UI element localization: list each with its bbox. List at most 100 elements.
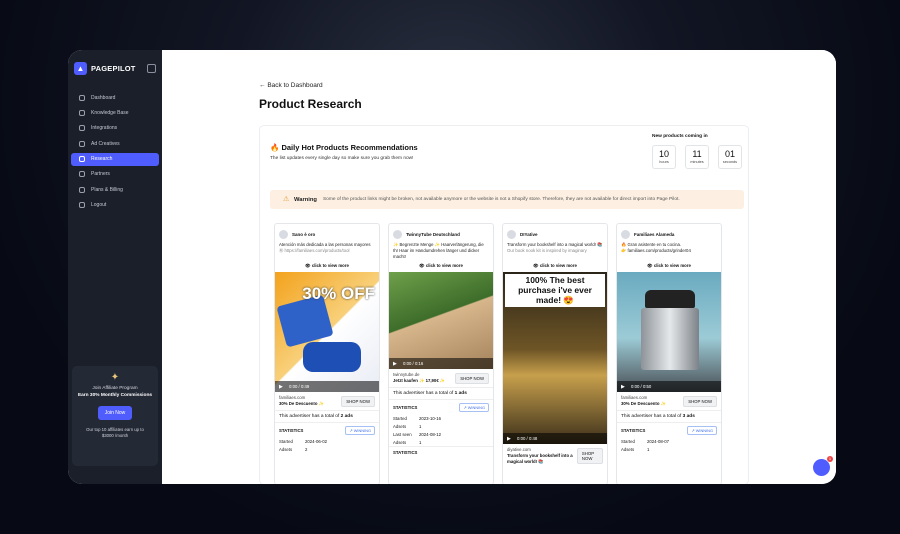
avatar	[507, 230, 516, 239]
countdown-value: 11	[692, 149, 702, 159]
ad-total-count: 3 ads	[682, 414, 695, 420]
ad-video[interactable]: 0:00 / 0:16	[389, 272, 493, 369]
warning-icon: ⚠	[283, 196, 290, 203]
affiliate-note: Our top 10 affiliates earn up to $3000 /m…	[72, 427, 158, 440]
ad-page-name: Sano è oro	[292, 232, 316, 237]
sidebar-item-integrations[interactable]: Integrations	[71, 122, 159, 135]
stat-adsets: Adsets 1	[389, 422, 493, 430]
ad-card: Familiaes Alameda 🔥 Gran asistente en tu…	[616, 223, 722, 484]
stat-started: Started 2023-10-16	[389, 414, 493, 422]
affiliate-card: ✦ Join Affiliate Program Earn 30% Monthl…	[72, 366, 158, 466]
shop-now-button[interactable]: SHOP NOW	[683, 395, 717, 407]
affiliate-note-line1: Our top 10 affiliates earn up to	[86, 427, 144, 432]
logout-icon	[79, 202, 85, 209]
video-controls[interactable]: 0:00 / 0:16	[389, 358, 493, 369]
ad-video[interactable]: 0:00 / 0:50	[617, 272, 721, 392]
affiliate-title: Join Affiliate Program	[92, 386, 138, 391]
back-to-dashboard-link[interactable]: ← Back to Dashboard	[259, 82, 323, 89]
countdown-seconds: 01 seconds	[718, 145, 742, 169]
ad-copy: Transform your bookshelf into a magical …	[503, 242, 607, 262]
avatar	[393, 230, 402, 239]
diamond-icon	[79, 156, 85, 163]
product-image-lid	[645, 290, 695, 308]
winning-badge: ↗ WINNING	[345, 426, 375, 436]
app-window: ▲ PAGEPILOT Dashboard Knowledge Base Int…	[68, 50, 836, 484]
sidebar-item-label: Integrations	[91, 125, 118, 132]
video-time: 0:00 / 0:49	[289, 384, 310, 389]
fire-icon: 🔥	[270, 143, 280, 152]
chat-launcher-button[interactable]	[813, 456, 833, 476]
sidebar-item-plans-billing[interactable]: Plans & Billing	[71, 183, 159, 196]
ad-card: Sano è oro Atención más dedicada a las p…	[274, 223, 380, 484]
shop-now-button[interactable]: SHOP NOW	[576, 448, 603, 465]
view-more-label: click to view more	[539, 263, 577, 268]
sidebar: ▲ PAGEPILOT Dashboard Knowledge Base Int…	[68, 50, 162, 484]
view-more-link[interactable]: 👁 click to view more	[617, 263, 721, 269]
sidebar-item-label: Plans & Billing	[91, 186, 123, 193]
ad-copy-line: 🔥 Gran asistente en tu cocina.	[621, 242, 682, 247]
ad-video[interactable]: 30% OFF 0:00 / 0:49	[275, 272, 379, 392]
stat-key: Last seen	[393, 431, 412, 437]
sidebar-item-research[interactable]: Research	[71, 152, 159, 166]
stat-key: Started	[393, 415, 407, 421]
ad-copy-line-2: Ⓜ https://familiaes.com/products/tool	[279, 248, 350, 254]
shop-now-button[interactable]: SHOP NOW	[341, 395, 375, 407]
trend-up-icon: ↗	[463, 405, 467, 411]
join-now-button[interactable]: Join Now	[97, 406, 133, 420]
ad-copy-line-2: Our book nook kit is inspired by imagina…	[507, 248, 587, 254]
ad-total-prefix: This advertiser has a total of	[621, 414, 683, 420]
warning-text: Some of the product links might be broke…	[322, 197, 680, 202]
ad-domain-block: diyative.com Transform your bookshelf int…	[507, 447, 577, 465]
stats-label: STATISTICS	[393, 450, 418, 456]
view-more-link[interactable]: 👁 click to view more	[389, 263, 493, 269]
ad-link-row: diyative.com Transform your bookshelf int…	[503, 444, 607, 468]
stat-value: 1	[647, 446, 650, 452]
ad-link-row: twinnytube.de Jetzt kaufen ✨ 17,90€ ✨ SHOP…	[389, 369, 493, 387]
sidebar-item-ad-creatives[interactable]: Ad Creatives	[71, 137, 159, 150]
video-controls[interactable]: 0:00 / 0:50	[617, 381, 721, 392]
ad-total: This advertiser has a total of 3 ads	[617, 410, 721, 422]
sidebar-item-label: Research	[91, 156, 113, 163]
megaphone-icon	[79, 140, 85, 147]
avatar	[621, 230, 630, 239]
page-title: Product Research	[259, 97, 362, 111]
stats-label: STATISTICS	[621, 428, 646, 434]
ad-stats-header: STATISTICS ↗ WINNING	[275, 422, 379, 437]
winning-label: WINNING	[467, 405, 485, 411]
eye-icon: 👁	[647, 263, 653, 268]
sidebar-item-partners[interactable]: Partners	[71, 168, 159, 181]
sidebar-item-label: Dashboard	[91, 94, 116, 101]
winning-label: WINNING	[695, 428, 713, 434]
back-label: Back to Dashboard	[267, 82, 323, 89]
stat-key: Adsets	[393, 439, 407, 445]
ad-video[interactable]: 100% The best purchase i've ever made! 😍…	[503, 272, 607, 444]
ad-page-name: DIYative	[520, 232, 538, 237]
avatar	[279, 230, 288, 239]
ad-total: This advertiser has a total of 2 ads	[275, 410, 379, 422]
ad-offer: 30% De Descuento ✨	[621, 401, 666, 407]
stat-value: 1	[419, 439, 422, 445]
ad-header: TwinnyTube Deutschland	[389, 224, 493, 242]
sidebar-item-label: Knowledge Base	[91, 109, 129, 116]
sidebar-item-logout[interactable]: Logout	[71, 199, 159, 212]
stat-value: 2024-08-12	[419, 431, 441, 437]
sidebar-item-knowledge-base[interactable]: Knowledge Base	[71, 106, 159, 119]
dashboard-icon	[79, 94, 85, 101]
countdown-minutes: 11 minutes	[685, 145, 709, 169]
star-icon: ✦	[110, 372, 120, 383]
video-controls[interactable]: 0:00 / 0:48	[503, 433, 607, 444]
collapse-sidebar-icon[interactable]	[147, 64, 156, 73]
video-time: 0:00 / 0:16	[403, 361, 424, 366]
shop-now-button[interactable]: SHOP NOW	[455, 372, 489, 384]
video-controls[interactable]: 0:00 / 0:49	[275, 381, 379, 392]
book-icon	[79, 109, 85, 116]
view-more-link[interactable]: 👁 click to view more	[275, 263, 379, 269]
sidebar-item-dashboard[interactable]: Dashboard	[71, 91, 159, 104]
recommendations-title-text: Daily Hot Products Recommendations	[281, 143, 418, 152]
ad-page-name: TwinnyTube Deutschland	[406, 232, 460, 237]
view-more-link[interactable]: 👁 click to view more	[503, 263, 607, 269]
video-time: 0:00 / 0:50	[631, 384, 652, 389]
rocket-icon: ▲	[74, 62, 87, 75]
eye-icon: 👁	[305, 263, 311, 268]
ad-copy: ✨ Begrenzte Menge ✨ Haarverlängerung, di…	[393, 242, 484, 260]
